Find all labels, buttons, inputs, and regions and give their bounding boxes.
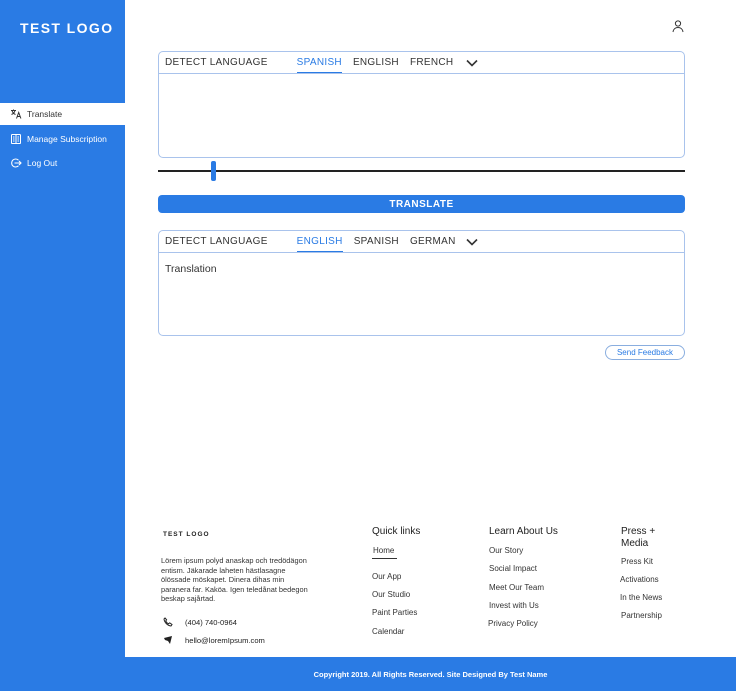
tab-spanish[interactable]: SPANISH — [354, 231, 399, 253]
send-feedback-button[interactable]: Send Feedback — [605, 345, 685, 360]
footer-link-social-impact[interactable]: Social Impact — [489, 564, 537, 573]
copyright-text: Copyright 2019. All Rights Reserved. Sit… — [313, 669, 548, 679]
app-logo: TEST LOGO — [20, 20, 114, 36]
sidebar-item-translate[interactable]: Translate — [0, 103, 125, 125]
footer-link-calendar[interactable]: Calendar — [372, 627, 404, 636]
target-language-tabs: DETECT LANGUAGE ENGLISH SPANISH GERMAN — [159, 231, 684, 253]
footer-logo: TEST LOGO — [163, 531, 210, 538]
footer-email: hello@loremIpsum.com — [163, 635, 265, 645]
footer-column-title: Learn About Us — [489, 526, 558, 537]
sidebar-item-label: Manage Subscription — [27, 134, 107, 144]
tab-french[interactable]: FRENCH — [410, 52, 453, 74]
footer-link-home[interactable]: Home — [373, 546, 394, 555]
tab-detect-language[interactable]: DETECT LANGUAGE — [165, 52, 268, 74]
footer-description: Lörem ipsum polyd anaskap och tredödägon… — [161, 556, 308, 604]
footer-copyright-bar: Copyright 2019. All Rights Reserved. Sit… — [125, 657, 736, 691]
sidebar-item-log-out[interactable]: Log Out — [0, 152, 125, 174]
chevron-down-icon[interactable] — [465, 57, 479, 69]
footer-link-our-studio[interactable]: Our Studio — [372, 590, 410, 599]
tab-english[interactable]: ENGLISH — [353, 52, 399, 74]
phone-icon — [163, 617, 173, 627]
footer-link-partnership[interactable]: Partnership — [621, 611, 662, 620]
user-icon[interactable] — [671, 19, 685, 33]
target-panel: DETECT LANGUAGE ENGLISH SPANISH GERMAN T… — [158, 230, 685, 336]
email-address[interactable]: hello@loremIpsum.com — [185, 636, 265, 645]
sidebar-item-manage-subscription[interactable]: Manage Subscription — [0, 128, 125, 150]
tab-english[interactable]: ENGLISH — [296, 231, 343, 253]
sidebar-item-label: Translate — [27, 109, 63, 119]
source-text-input[interactable] — [159, 74, 684, 157]
footer-link-press-kit[interactable]: Press Kit — [621, 557, 653, 566]
logout-icon — [10, 157, 22, 169]
footer-column-title: Press + Media — [621, 526, 656, 549]
footer-link-activations[interactable]: Activations — [620, 575, 659, 584]
tab-german[interactable]: GERMAN — [410, 231, 456, 253]
tab-spanish[interactable]: SPANISH — [296, 52, 343, 74]
footer-link-invest-with-us[interactable]: Invest with Us — [489, 601, 539, 610]
source-panel: DETECT LANGUAGE SPANISH ENGLISH FRENCH — [158, 51, 685, 158]
footer-link-paint-parties[interactable]: Paint Parties — [372, 608, 417, 617]
footer-link-our-story[interactable]: Our Story — [489, 546, 523, 555]
subscription-icon — [10, 133, 22, 145]
sidebar-item-label: Log Out — [27, 158, 58, 168]
slider-handle[interactable] — [211, 161, 216, 181]
translate-icon — [10, 108, 22, 120]
slider-track[interactable] — [158, 170, 685, 172]
footer-phone: (404) 740-0964 — [163, 617, 237, 627]
chevron-down-icon[interactable] — [465, 236, 479, 248]
sidebar: TEST LOGO Translate Manage Subscription … — [0, 0, 125, 691]
footer-link-in-the-news[interactable]: In the News — [620, 593, 662, 602]
footer-link-our-app[interactable]: Our App — [372, 572, 401, 581]
footer-link-meet-our-team[interactable]: Meet Our Team — [489, 583, 544, 592]
translation-output: Translation — [165, 263, 217, 275]
source-language-tabs: DETECT LANGUAGE SPANISH ENGLISH FRENCH — [159, 52, 684, 74]
mail-icon — [163, 635, 173, 645]
footer-column-title: Quick links — [372, 526, 421, 537]
translate-button[interactable]: TRANSLATE — [158, 195, 685, 213]
tab-detect-language[interactable]: DETECT LANGUAGE — [165, 231, 268, 253]
footer-link-underline — [372, 558, 397, 559]
footer-link-privacy-policy[interactable]: Privacy Policy — [488, 619, 538, 628]
phone-number[interactable]: (404) 740-0964 — [185, 618, 237, 627]
